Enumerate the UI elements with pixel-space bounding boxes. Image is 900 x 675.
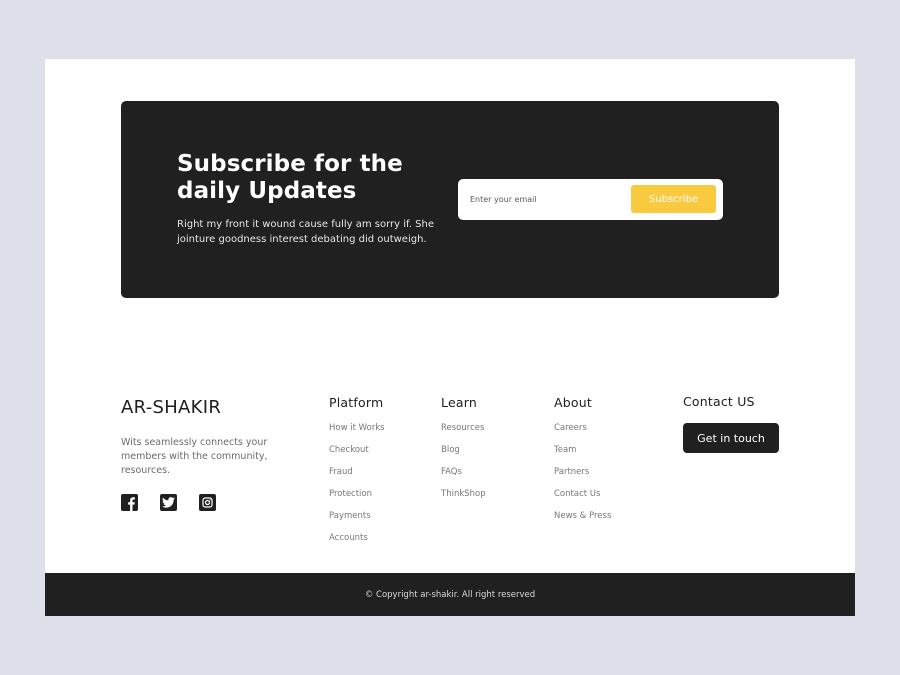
footer-link-careers[interactable]: Careers <box>554 423 611 445</box>
newsletter-form: Subscribe <box>458 179 723 220</box>
column-title: Contact US <box>683 394 755 409</box>
newsletter-banner: Subscribe for the daily Updates Right my… <box>121 101 779 298</box>
email-input[interactable] <box>458 179 628 220</box>
newsletter-title: Subscribe for the daily Updates <box>177 151 403 204</box>
twitter-link[interactable] <box>160 494 177 511</box>
social-links <box>121 494 216 511</box>
footer-link-blog[interactable]: Blog <box>441 445 486 467</box>
brand-description: Wits seamlessly connects your members wi… <box>121 437 268 476</box>
footer-link-news-press[interactable]: News & Press <box>554 511 611 533</box>
footer-link-team[interactable]: Team <box>554 445 611 467</box>
footer-link-fraud[interactable]: Fraud <box>329 467 385 489</box>
brand-logo: AR-SHAKIR <box>121 397 222 418</box>
instagram-icon <box>202 497 213 508</box>
facebook-link[interactable] <box>121 494 138 511</box>
column-title: Platform <box>329 395 384 410</box>
get-in-touch-button[interactable]: Get in touch <box>683 423 779 453</box>
newsletter-description: Right my front it wound cause fully am s… <box>177 219 434 245</box>
footer-link-thinkshop[interactable]: ThinkShop <box>441 489 486 511</box>
column-title: About <box>554 395 592 410</box>
footer-link-faqs[interactable]: FAQs <box>441 467 486 489</box>
footer-bar: © Copyright ar-shakir. All right reserve… <box>45 573 855 616</box>
footer-column-about: About Careers Team Partners Contact Us N… <box>554 395 611 533</box>
subscribe-button[interactable]: Subscribe <box>631 185 716 213</box>
footer-link-partners[interactable]: Partners <box>554 467 611 489</box>
footer-link-checkout[interactable]: Checkout <box>329 445 385 467</box>
footer-column-platform: Platform How it Works Checkout Fraud Pro… <box>329 395 385 555</box>
footer-link-protection[interactable]: Protection <box>329 489 385 511</box>
footer-link-resources[interactable]: Resources <box>441 423 486 445</box>
copyright-text: © Copyright ar-shakir. All right reserve… <box>364 589 536 600</box>
footer-link-how-it-works[interactable]: How it Works <box>329 423 385 445</box>
footer-link-contact-us[interactable]: Contact Us <box>554 489 611 511</box>
twitter-icon <box>162 497 175 508</box>
page-container: Subscribe for the daily Updates Right my… <box>45 59 855 616</box>
instagram-link[interactable] <box>199 494 216 511</box>
facebook-icon <box>121 494 138 511</box>
footer-link-payments[interactable]: Payments <box>329 511 385 533</box>
footer-link-accounts[interactable]: Accounts <box>329 533 385 555</box>
column-title: Learn <box>441 395 477 410</box>
footer-column-contact: Contact US Get in touch <box>683 394 779 453</box>
footer-column-learn: Learn Resources Blog FAQs ThinkShop <box>441 395 486 511</box>
